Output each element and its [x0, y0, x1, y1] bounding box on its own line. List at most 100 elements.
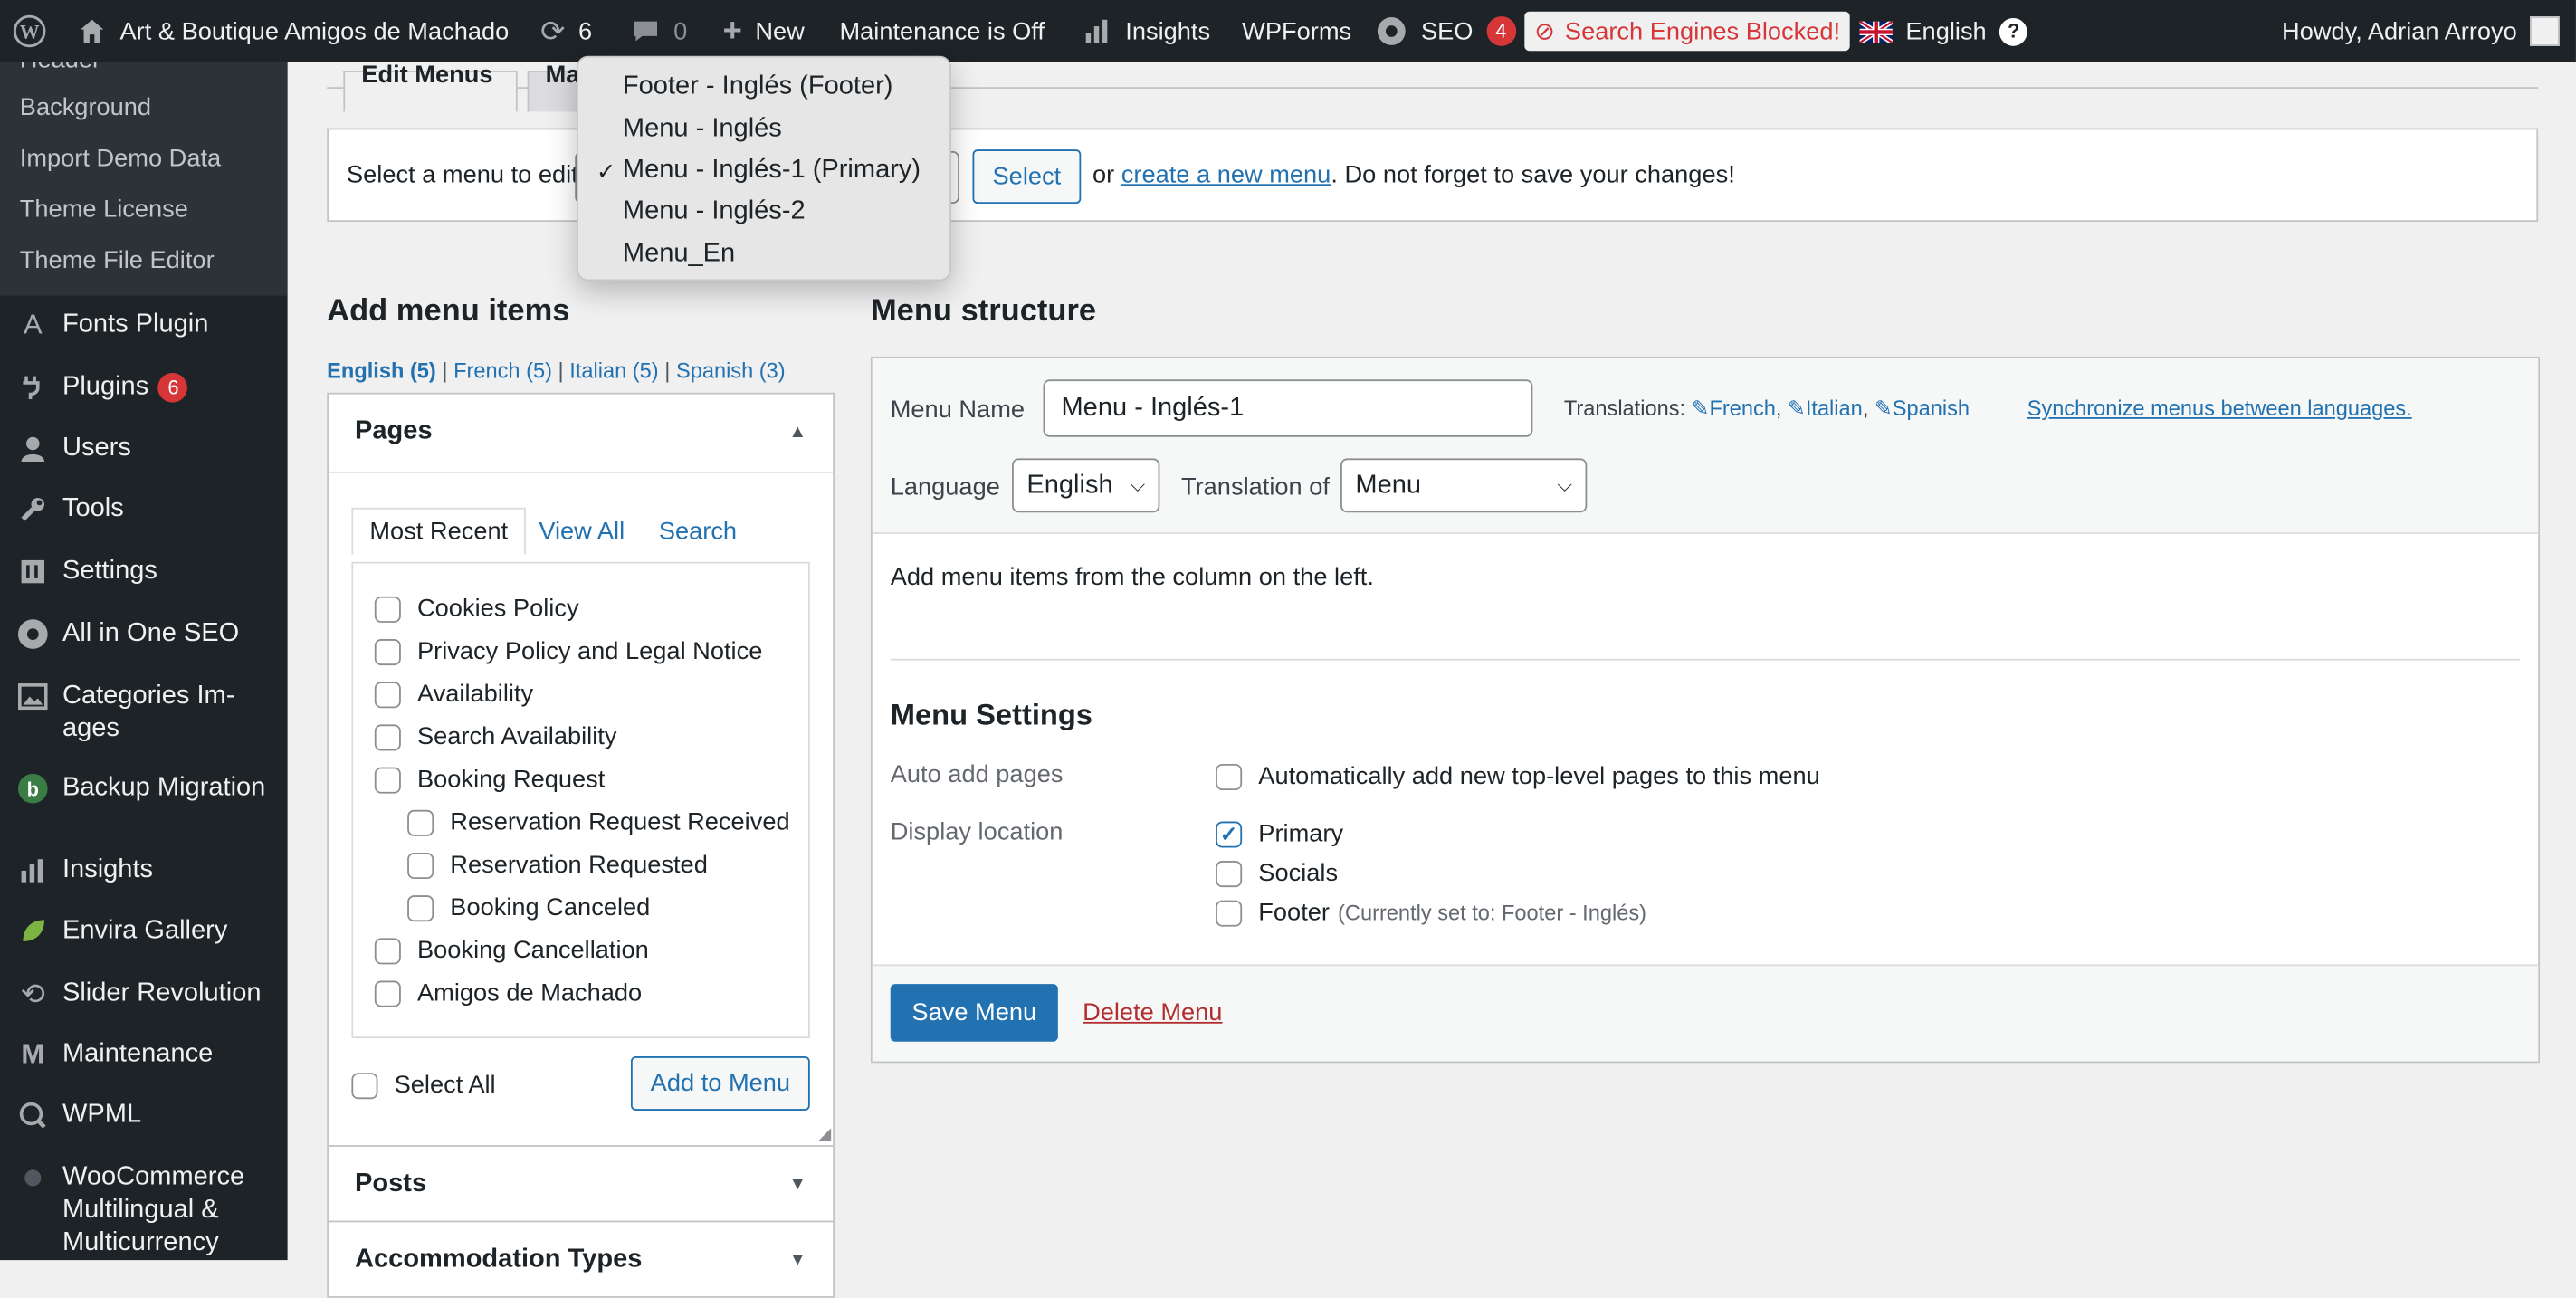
updates-count: 6 — [578, 17, 593, 45]
list-item[interactable]: Search Availability — [374, 723, 616, 750]
sidebar-item-plugins[interactable]: Plugins 6 — [16, 371, 279, 404]
select-menu-button[interactable]: Select — [972, 149, 1082, 205]
list-item[interactable]: Reservation Request Received — [407, 808, 790, 836]
sidebar-item-backup-migration[interactable]: b Backup Migration — [16, 772, 279, 805]
dropdown-option[interactable]: Menu - Inglés — [623, 115, 782, 145]
dropdown-option[interactable]: Menu - Inglés-2 — [623, 197, 806, 227]
list-item[interactable]: Booking Cancellation — [374, 937, 649, 964]
submenu-item-header[interactable]: Header — [20, 62, 100, 74]
checkbox[interactable] — [407, 894, 434, 921]
sidebar-item-envira-gallery[interactable]: Envira Gallery — [16, 915, 279, 948]
submenu-item-import-demo-data[interactable]: Import Demo Data — [20, 145, 221, 173]
select-all-checkbox[interactable]: Select All — [351, 1071, 496, 1099]
location-socials-checkbox[interactable]: Socials — [1216, 859, 1338, 887]
checkbox[interactable] — [374, 638, 401, 665]
tab-search[interactable]: Search — [659, 518, 737, 546]
lang-filter-spanish[interactable]: Spanish (3) — [676, 358, 786, 383]
language-switcher[interactable]: English ? — [1859, 0, 2028, 62]
submenu-item-background[interactable]: Background — [20, 93, 151, 121]
new-content-link[interactable]: + New — [723, 0, 805, 62]
checkbox[interactable] — [374, 681, 401, 708]
checkbox[interactable] — [1216, 860, 1243, 887]
bar-chart-icon — [1085, 19, 1108, 43]
save-menu-button[interactable]: Save Menu — [890, 984, 1058, 1042]
resize-handle-icon[interactable]: ◢ — [818, 1125, 831, 1143]
menu-name-input[interactable]: Menu - Inglés-1 — [1043, 379, 1533, 437]
lang-filter-french[interactable]: French (5) — [453, 358, 552, 383]
translation-of-select[interactable]: Menu ⌵ — [1340, 458, 1588, 513]
site-name-link[interactable]: Art & Boutique Amigos de Machado — [77, 0, 509, 62]
auto-add-pages-checkbox[interactable]: Automatically add new top-level pages to… — [1216, 762, 1820, 790]
svg-text:W: W — [20, 22, 40, 43]
create-new-menu-link[interactable]: create a new menu — [1121, 161, 1331, 189]
location-primary-checkbox[interactable]: ✓ Primary — [1216, 820, 1343, 848]
lang-filter-italian[interactable]: Italian (5) — [569, 358, 658, 383]
sidebar-item-settings[interactable]: Settings — [16, 555, 279, 587]
dropdown-option[interactable]: Footer - Inglés (Footer) — [623, 72, 893, 102]
tab-most-recent[interactable]: Most Recent — [351, 507, 527, 556]
add-to-menu-button[interactable]: Add to Menu — [630, 1056, 810, 1111]
checkbox[interactable] — [1216, 899, 1243, 926]
seo-link[interactable]: SEO 4 — [1375, 0, 1516, 62]
refresh-icon: ⟲ — [20, 977, 45, 1011]
site-name: Art & Boutique Amigos de Machado — [119, 17, 510, 45]
delete-menu-link[interactable]: Delete Menu — [1083, 999, 1222, 1027]
list-item[interactable]: Amigos de Machado — [374, 979, 642, 1007]
m-icon: M — [21, 1038, 45, 1070]
synchronize-menus-link[interactable]: Synchronize menus between languages. — [2027, 396, 2412, 420]
location-footer-checkbox[interactable]: Footer (Currently set to: Footer - Inglé… — [1216, 899, 1646, 927]
checkbox[interactable] — [374, 766, 401, 793]
language-filter: English (5) | French (5) | Italian (5) |… — [327, 358, 785, 383]
checkbox[interactable] — [407, 808, 434, 835]
pages-panel-header[interactable]: Pages ▲ — [329, 395, 834, 473]
dropdown-option[interactable]: Menu_En — [623, 240, 735, 270]
submenu-item-theme-license[interactable]: Theme License — [20, 196, 188, 224]
checkbox[interactable] — [351, 1072, 378, 1099]
tab-view-all[interactable]: View All — [539, 518, 625, 546]
search-engines-blocked-link[interactable]: ⊘ Search Engines Blocked! — [1524, 0, 1851, 62]
translation-spanish-link[interactable]: ✎Spanish — [1875, 396, 1970, 420]
updates-link[interactable]: ⟳ 6 — [540, 0, 592, 62]
sidebar-item-users[interactable]: Users — [16, 432, 279, 464]
language-select[interactable]: English ⌵ — [1012, 458, 1160, 513]
list-item[interactable]: Availability — [374, 680, 533, 708]
sidebar-item-woocommerce-multilingual[interactable]: WooCommerce Multilingual & Multicurrency — [16, 1161, 279, 1260]
sidebar-item-tools[interactable]: Tools — [16, 493, 279, 526]
translation-french-link[interactable]: ✎French — [1692, 396, 1776, 420]
wordpress-logo-icon[interactable]: W — [13, 0, 46, 62]
accommodation-types-panel[interactable]: Accommodation Types ▼ — [327, 1220, 835, 1298]
submenu-item-theme-file-editor[interactable]: Theme File Editor — [20, 246, 215, 274]
checkbox-checked[interactable]: ✓ — [1216, 820, 1243, 847]
insights-link[interactable]: Insights — [1083, 0, 1210, 62]
list-item[interactable]: Reservation Requested — [407, 851, 708, 879]
sidebar-item-maintenance[interactable]: M Maintenance — [16, 1038, 279, 1071]
checkbox[interactable] — [374, 723, 401, 750]
translation-italian-label: Italian — [1805, 396, 1863, 421]
checkbox[interactable] — [374, 979, 401, 1007]
list-item[interactable]: Booking Canceled — [407, 893, 650, 921]
my-account-link[interactable]: Howdy, Adrian Arroyo — [2282, 0, 2560, 62]
image-icon — [16, 680, 49, 712]
posts-panel[interactable]: Posts ▼ — [327, 1145, 835, 1223]
sidebar-item-categories-images[interactable]: Categories Im-ages — [16, 680, 279, 746]
list-item[interactable]: Booking Request — [374, 766, 605, 794]
tab-edit-menus[interactable]: Edit Menus — [343, 61, 518, 112]
sidebar-item-fonts-plugin[interactable]: A Fonts Plugin — [16, 309, 279, 341]
checkbox[interactable] — [1216, 763, 1243, 790]
maintenance-link[interactable]: Maintenance is Off — [839, 0, 1045, 62]
sidebar-item-all-in-one-seo[interactable]: All in One SEO — [16, 617, 279, 650]
checkbox[interactable] — [374, 595, 401, 622]
checkbox[interactable] — [407, 852, 434, 879]
translation-italian-link[interactable]: ✎Italian — [1788, 396, 1863, 420]
lang-filter-english[interactable]: English (5) — [327, 358, 436, 383]
comments-link[interactable]: 0 — [631, 0, 687, 62]
wpforms-link[interactable]: WPForms — [1242, 0, 1351, 62]
sidebar-item-slider-revolution[interactable]: ⟲ Slider Revolution — [16, 978, 279, 1010]
sidebar-item-wpml[interactable]: WPML — [16, 1099, 279, 1131]
sidebar-item-label: Maintenance — [62, 1039, 214, 1068]
sidebar-item-insights[interactable]: Insights — [16, 854, 279, 887]
dropdown-option-selected[interactable]: Menu - Inglés-1 (Primary) — [623, 156, 921, 186]
list-item[interactable]: Privacy Policy and Legal Notice — [374, 637, 762, 665]
list-item[interactable]: Cookies Policy — [374, 595, 579, 623]
checkbox[interactable] — [374, 937, 401, 964]
